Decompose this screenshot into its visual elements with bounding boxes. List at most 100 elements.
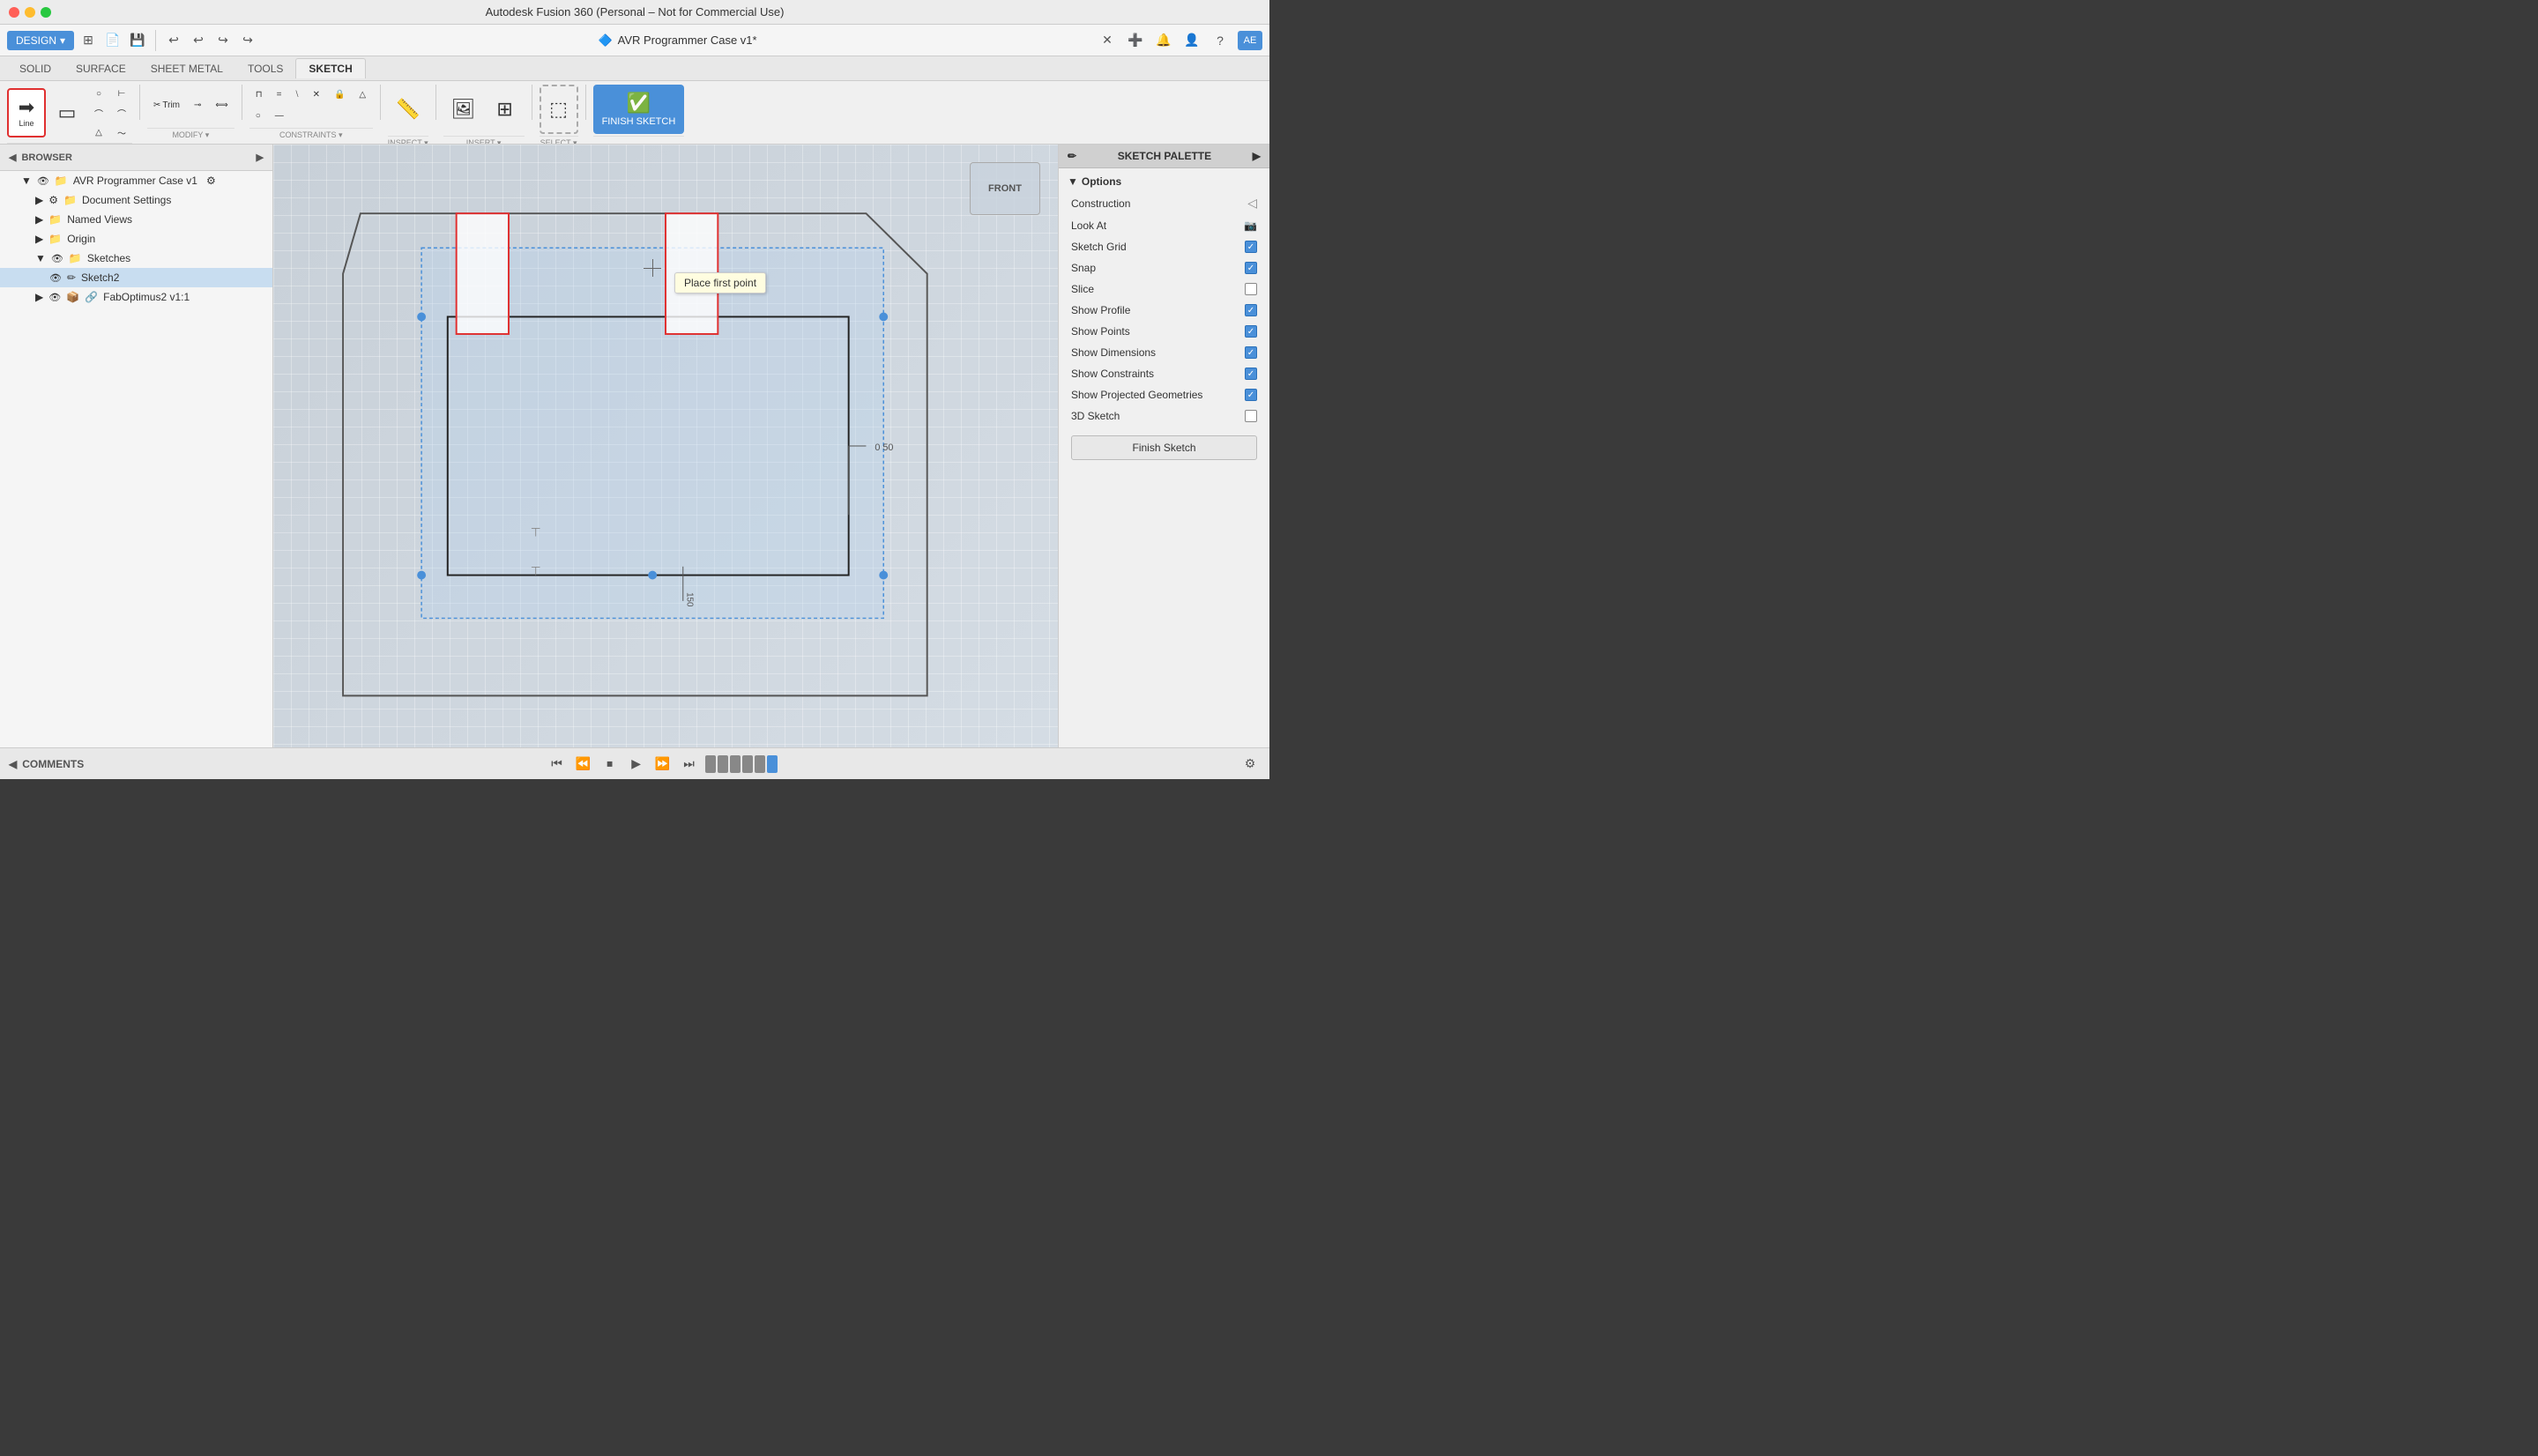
sketches-visibility-icon[interactable]: 👁 — [51, 253, 63, 264]
palette-row-show-profile: Show Profile ✓ — [1059, 300, 1269, 321]
sep-4 — [435, 85, 436, 120]
file-icon[interactable]: 📄 — [102, 30, 123, 51]
playback-play[interactable]: ▶ — [626, 754, 647, 775]
redo-icon[interactable]: ↪ — [212, 30, 234, 51]
show-profile-checkbox[interactable]: ✓ — [1245, 304, 1257, 316]
tool-line[interactable]: ➡ Line — [7, 88, 46, 137]
tool-select[interactable]: ⬚ — [540, 85, 578, 134]
maximize-button[interactable] — [41, 7, 51, 18]
sidebar-item-sketches[interactable]: ▼ 👁 📁 Sketches — [0, 249, 272, 268]
tool-insert2[interactable]: ⊞ — [486, 85, 525, 134]
tab-sketch[interactable]: SKETCH — [295, 58, 365, 78]
account-icon[interactable]: 👤 — [1181, 30, 1202, 51]
tool-circle[interactable]: ○ — [88, 85, 109, 102]
doc-settings-label: Document Settings — [82, 194, 171, 206]
measure-icon: 📏 — [396, 100, 420, 119]
snap-checkbox[interactable]: ✓ — [1245, 262, 1257, 274]
sidebar-item-doc-settings[interactable]: ▶ ⚙ 📁 Document Settings — [0, 190, 272, 210]
close-window-icon[interactable]: ✕ — [1097, 30, 1118, 51]
sketch-palette: ✏ SKETCH PALETTE ▶ ▼ Options Constructio… — [1058, 145, 1269, 747]
sidebar-expand-icon[interactable]: ▶ — [257, 152, 264, 163]
tool-polygon[interactable]: △ — [88, 123, 109, 141]
constraint-lock[interactable]: 🔒 — [328, 85, 351, 103]
tool-measure[interactable]: 📏 — [388, 85, 428, 134]
show-projected-checkbox[interactable]: ✓ — [1245, 389, 1257, 401]
insert-icon: 🖼 — [451, 100, 476, 119]
palette-row-show-dimensions: Show Dimensions ✓ — [1059, 342, 1269, 363]
tab-surface[interactable]: SURFACE — [63, 59, 138, 78]
tool-spline[interactable]: 〜 — [111, 123, 132, 141]
minimize-button[interactable] — [25, 7, 35, 18]
save-icon[interactable]: 💾 — [127, 30, 148, 51]
sketch-grid-checkbox[interactable]: ✓ — [1245, 241, 1257, 253]
tool-mirror[interactable]: ⟺ — [209, 97, 234, 115]
design-dropdown[interactable]: DESIGN ▾ — [7, 31, 74, 50]
tool-trim[interactable]: ✂ Trim — [147, 97, 186, 115]
tab-sheet-metal[interactable]: SHEET METAL — [138, 59, 235, 78]
tool-fillet[interactable]: ⌒ — [111, 104, 132, 122]
sketch2-visibility-icon[interactable]: 👁 — [49, 272, 62, 284]
show-dimensions-checkbox[interactable]: ✓ — [1245, 346, 1257, 359]
sidebar-item-named-views[interactable]: ▶ 📁 Named Views — [0, 210, 272, 229]
constraint-del[interactable]: ✕ — [307, 85, 326, 103]
constraint-hor[interactable]: — — [269, 108, 290, 125]
show-constraints-checkbox[interactable]: ✓ — [1245, 368, 1257, 380]
tool-extend[interactable]: ⊸ — [188, 97, 207, 115]
sidebar-item-faboptimus[interactable]: ▶ 👁 📦 🔗 FabOptimus2 v1:1 — [0, 287, 272, 307]
sidebar-item-origin[interactable]: ▶ 📁 Origin — [0, 229, 272, 249]
finish-sketch-button[interactable]: ✅ FINISH SKETCH — [593, 85, 685, 134]
show-dimensions-label: Show Dimensions — [1071, 346, 1245, 359]
comments-collapse-icon[interactable]: ◀ — [9, 758, 17, 770]
root-settings-icon[interactable]: ⚙ — [206, 175, 216, 187]
notifications-icon[interactable]: 🔔 — [1153, 30, 1174, 51]
add-window-icon[interactable]: ➕ — [1125, 30, 1146, 51]
slice-checkbox[interactable] — [1245, 283, 1257, 295]
look-at-label: Look At — [1071, 219, 1244, 232]
mirror-icon: ⟺ — [215, 100, 227, 110]
sidebar-item-sketch2[interactable]: 👁 ✏ Sketch2 — [0, 268, 272, 287]
grid-icon[interactable]: ⊞ — [78, 30, 99, 51]
section-arrow[interactable]: ▼ — [1068, 175, 1078, 188]
constraint-coin[interactable]: ○ — [249, 108, 267, 125]
3d-sketch-checkbox[interactable] — [1245, 410, 1257, 422]
tool-arc[interactable]: ⌒ — [88, 104, 109, 122]
help-icon[interactable]: ? — [1209, 30, 1231, 51]
constraint-mid[interactable]: △ — [353, 85, 372, 103]
sidebar-collapse-icon[interactable]: ◀ — [9, 152, 16, 163]
finish-sketch-palette-button[interactable]: Finish Sketch — [1071, 435, 1257, 460]
sidebar-item-root[interactable]: ▼ 👁 📁 AVR Programmer Case v1 ⚙ — [0, 171, 272, 190]
constraint-equal[interactable]: = — [271, 85, 288, 103]
playback-stop[interactable]: ⏹ — [599, 754, 621, 775]
canvas-grid — [273, 145, 1058, 747]
fab-visibility-icon[interactable]: 👁 — [48, 292, 61, 303]
tool-rectangle[interactable]: ▭ — [48, 88, 86, 137]
ribbon-tabs: SOLID SURFACE SHEET METAL TOOLS SKETCH — [0, 56, 1269, 81]
close-button[interactable] — [9, 7, 19, 18]
tool-offset[interactable]: ⊢ — [111, 85, 132, 102]
palette-collapse-icon[interactable]: ▶ — [1253, 150, 1261, 162]
playback-end[interactable]: ⏭ — [679, 754, 700, 775]
extend-icon: ⊸ — [194, 100, 201, 110]
redo-arrow[interactable]: ↪ — [237, 30, 258, 51]
constraint-sym[interactable]: ⧵ — [289, 85, 304, 103]
group-select: ⬚ SELECT ▾ — [540, 85, 578, 140]
tab-solid[interactable]: SOLID — [7, 59, 63, 78]
view-cube[interactable]: FRONT — [970, 162, 1040, 215]
playback-prev[interactable]: ⏪ — [573, 754, 594, 775]
undo-arrow[interactable]: ↩ — [188, 30, 209, 51]
tab-tools[interactable]: TOOLS — [235, 59, 295, 78]
circle-icon: ○ — [96, 89, 101, 99]
show-points-checkbox[interactable]: ✓ — [1245, 325, 1257, 338]
playback-start[interactable]: ⏮ — [547, 754, 568, 775]
doc-gear-icon: ⚙ — [48, 194, 58, 206]
undo-icon[interactable]: ↩ — [163, 30, 184, 51]
look-at-icon[interactable]: 📷 — [1244, 219, 1257, 232]
select-icon: ⬚ — [549, 100, 568, 119]
app-title: Autodesk Fusion 360 (Personal – Not for … — [486, 5, 785, 19]
playback-next[interactable]: ⏩ — [652, 754, 674, 775]
view-settings-icon[interactable]: ⚙ — [1239, 754, 1261, 775]
constraint-fix[interactable]: ⊓ — [249, 85, 269, 103]
canvas-area[interactable]: 0 50 150 ⊤ ⊤ Place first point FRONT — [273, 145, 1058, 747]
root-visibility-icon[interactable]: 👁 — [37, 175, 49, 187]
tool-insert[interactable]: 🖼 — [443, 85, 484, 134]
